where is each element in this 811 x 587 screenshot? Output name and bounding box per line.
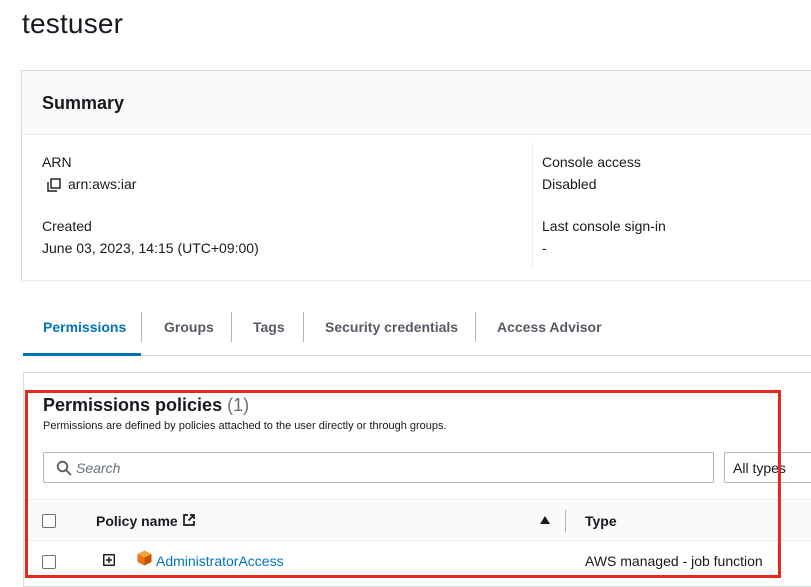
search-input[interactable] bbox=[76, 453, 696, 482]
select-all-checkbox[interactable] bbox=[42, 514, 56, 528]
expand-icon[interactable] bbox=[103, 554, 115, 566]
table-row[interactable]: AdministratorAccess AWS managed - job fu… bbox=[24, 541, 811, 583]
last-signin-label: Last console sign-in bbox=[542, 218, 666, 234]
page-title: testuser bbox=[22, 8, 124, 39]
column-separator bbox=[565, 510, 566, 532]
permissions-policies-heading: Permissions policies bbox=[43, 395, 223, 415]
permissions-policies-title: Permissions policies (1) bbox=[43, 395, 249, 416]
summary-card: Summary ARN arn:aws:iar Created June 03,… bbox=[21, 70, 811, 280]
tab-separator bbox=[231, 312, 232, 342]
console-access-value: Disabled bbox=[542, 176, 597, 192]
tab-separator bbox=[303, 312, 304, 342]
permissions-policies-count: (1) bbox=[227, 395, 250, 415]
tab-permissions[interactable]: Permissions bbox=[23, 310, 141, 356]
console-access-label: Console access bbox=[542, 154, 641, 170]
permissions-policies-description: Permissions are defined by policies atta… bbox=[43, 420, 447, 432]
policy-type-filter[interactable]: All types bbox=[724, 452, 811, 483]
arn-value: arn:aws:iar bbox=[68, 176, 137, 192]
column-divider bbox=[532, 143, 533, 269]
created-value: June 03, 2023, 14:15 (UTC+09:00) bbox=[42, 240, 259, 256]
summary-title: Summary bbox=[42, 93, 125, 113]
sort-ascending-icon[interactable] bbox=[540, 516, 550, 524]
row-checkbox[interactable] bbox=[42, 555, 56, 569]
column-header-policy-name[interactable]: Policy name bbox=[96, 513, 178, 529]
external-link-icon[interactable] bbox=[182, 513, 196, 527]
policy-cube-icon bbox=[137, 550, 152, 566]
permissions-policies-panel: Permissions policies (1) Permissions are… bbox=[23, 372, 811, 587]
tab-groups[interactable]: Groups bbox=[164, 310, 214, 355]
tab-access-advisor[interactable]: Access Advisor bbox=[497, 310, 602, 355]
tab-bar: Permissions Groups Tags Security credent… bbox=[23, 310, 811, 356]
arn-label: ARN bbox=[42, 154, 72, 170]
policy-name-link[interactable]: AdministratorAccess bbox=[156, 553, 284, 569]
copy-icon[interactable] bbox=[47, 178, 61, 192]
created-label: Created bbox=[42, 218, 92, 234]
column-header-type[interactable]: Type bbox=[585, 513, 617, 529]
policy-type-cell: AWS managed - job function bbox=[585, 553, 763, 569]
tab-tags[interactable]: Tags bbox=[253, 310, 285, 355]
search-box bbox=[43, 452, 714, 483]
tab-separator bbox=[475, 312, 476, 342]
summary-body: ARN arn:aws:iar Created June 03, 2023, 1… bbox=[22, 135, 811, 280]
tab-security-credentials[interactable]: Security credentials bbox=[325, 310, 458, 355]
last-signin-value: - bbox=[542, 240, 547, 256]
summary-header: Summary bbox=[22, 71, 811, 135]
table-header: Policy name Type bbox=[24, 499, 811, 541]
search-icon bbox=[56, 460, 72, 476]
tab-separator bbox=[141, 312, 142, 342]
